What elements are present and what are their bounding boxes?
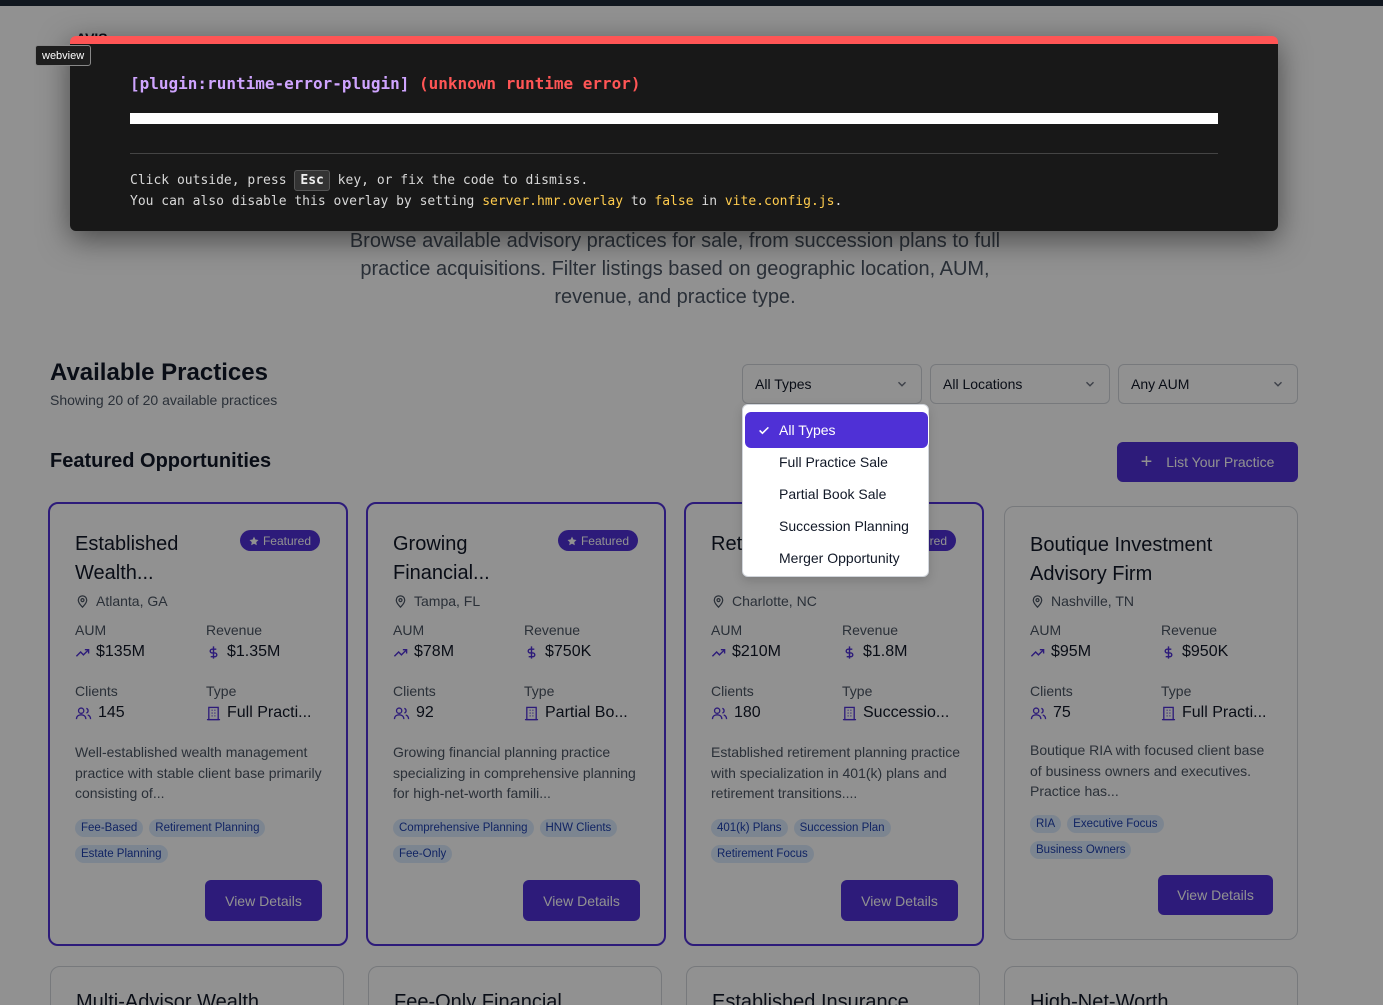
config-value: false xyxy=(654,194,694,209)
webview-tooltip: webview xyxy=(35,45,92,66)
dropdown-option-succession-planning[interactable]: Succession Planning xyxy=(747,510,926,542)
hint-text: in xyxy=(693,194,725,209)
dismiss-hint: Click outside, press Esc key, or fix the… xyxy=(130,170,588,191)
dropdown-option-label: Succession Planning xyxy=(779,518,909,534)
error-message: [plugin:runtime-error-plugin] (unknown r… xyxy=(130,74,641,93)
dropdown-option-label: Merger Opportunity xyxy=(779,550,900,566)
hint-text: Click outside, press xyxy=(130,173,295,188)
hint-text: key, or fix the code to dismiss. xyxy=(329,173,589,188)
vite-error-overlay[interactable]: [plugin:runtime-error-plugin] (unknown r… xyxy=(70,36,1278,231)
config-file: vite.config.js xyxy=(724,194,835,209)
hint-text: to xyxy=(623,194,655,209)
dropdown-option-full-practice-sale[interactable]: Full Practice Sale xyxy=(747,446,926,478)
disable-hint: You can also disable this overlay by set… xyxy=(130,194,842,209)
dropdown-option-all-types[interactable]: All Types xyxy=(747,414,926,446)
esc-key: Esc xyxy=(294,170,330,191)
dropdown-option-label: Partial Book Sale xyxy=(779,486,887,502)
divider xyxy=(130,153,1218,154)
dropdown-option-merger-opportunity[interactable]: Merger Opportunity xyxy=(747,542,926,574)
hint-text: . xyxy=(834,194,843,209)
error-code-frame xyxy=(130,113,1218,124)
dropdown-option-label: All Types xyxy=(779,422,836,438)
dropdown-option-label: Full Practice Sale xyxy=(779,454,888,470)
type-filter-dropdown: All Types Full Practice Sale Partial Boo… xyxy=(742,404,929,577)
check-icon xyxy=(759,426,769,435)
config-setting: server.hmr.overlay xyxy=(482,194,624,209)
error-text: (unknown runtime error) xyxy=(419,74,641,93)
dropdown-option-partial-book-sale[interactable]: Partial Book Sale xyxy=(747,478,926,510)
hint-text: You can also disable this overlay by set… xyxy=(130,194,483,209)
error-plugin-name: [plugin:runtime-error-plugin] xyxy=(130,74,410,93)
